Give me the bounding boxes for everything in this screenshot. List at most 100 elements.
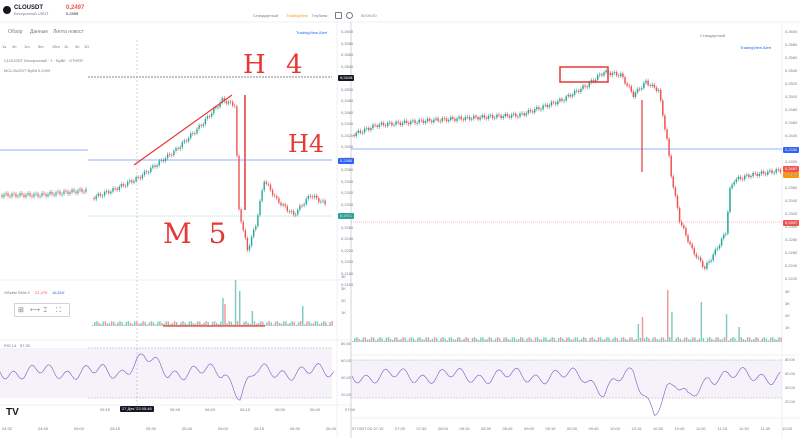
price-tick: 0,2400 bbox=[785, 159, 798, 164]
right-volume-bar bbox=[436, 337, 438, 342]
right-volume-bar bbox=[669, 337, 671, 342]
right-candle bbox=[573, 90, 576, 95]
left-mini-candle bbox=[75, 191, 77, 194]
left-candle bbox=[127, 181, 129, 186]
left-candle bbox=[259, 200, 261, 216]
right-volume-bar bbox=[625, 338, 627, 342]
right-candle bbox=[704, 266, 706, 269]
crosshair-icon[interactable]: ⊞ bbox=[18, 307, 24, 314]
left-mini-candle bbox=[21, 193, 23, 195]
annotation-h4-mid: H4 bbox=[288, 130, 325, 158]
right-volume-bar bbox=[704, 340, 707, 342]
right-candle bbox=[414, 120, 416, 124]
measure-icon[interactable]: ⌶ bbox=[43, 307, 47, 314]
left-volume-bar bbox=[314, 321, 317, 326]
right-volume-bar bbox=[511, 337, 514, 342]
price-tick: 0,2600 bbox=[785, 29, 798, 34]
right-volume-bar bbox=[465, 337, 467, 342]
right-volume-bar bbox=[505, 337, 507, 342]
right-candle bbox=[416, 122, 418, 124]
line-tool-icon[interactable]: ⟷ bbox=[30, 307, 40, 314]
volume-tick: 4K bbox=[785, 289, 790, 294]
left-candle bbox=[269, 184, 272, 190]
right-volume-bar bbox=[421, 339, 423, 342]
right-volume-bar bbox=[694, 337, 696, 342]
right-candle bbox=[491, 115, 494, 119]
right-candle bbox=[382, 122, 385, 126]
price-tick: 0,2340 bbox=[785, 198, 798, 203]
left-candle bbox=[301, 205, 303, 207]
time-tick: 10:15 bbox=[631, 426, 642, 431]
left-candle bbox=[313, 195, 316, 198]
right-candle bbox=[475, 115, 477, 118]
right-volume-bar bbox=[362, 337, 364, 342]
time-tick: 08:45 bbox=[502, 426, 513, 431]
price-tick: 0,2540 bbox=[341, 63, 354, 69]
left-volume-bar bbox=[274, 321, 277, 326]
left-mini-candle bbox=[19, 193, 21, 196]
right-candle bbox=[399, 122, 402, 126]
left-volume-bar bbox=[253, 321, 256, 326]
right-volume-bar bbox=[461, 340, 463, 342]
right-candle bbox=[722, 234, 725, 239]
left-mini-candle bbox=[49, 191, 51, 195]
right-candle bbox=[531, 111, 534, 113]
right-volume-bar bbox=[723, 337, 726, 342]
left-volume-bar bbox=[92, 325, 94, 326]
left-volume-bar bbox=[190, 321, 193, 326]
charts-canvas[interactable] bbox=[0, 0, 800, 438]
price-tick: 0,2560 bbox=[341, 52, 354, 57]
right-volume-bar bbox=[740, 337, 742, 342]
right-candle bbox=[548, 105, 551, 107]
left-mini-candle bbox=[67, 191, 69, 194]
price-tick: 0,2240 bbox=[785, 263, 798, 268]
left-volume-bar bbox=[320, 322, 323, 326]
left-candle bbox=[261, 190, 263, 201]
right-candle bbox=[550, 101, 553, 106]
left-candle bbox=[257, 215, 259, 227]
right-volume-bar bbox=[753, 339, 755, 342]
right-volume-bar bbox=[660, 337, 663, 342]
left-candle bbox=[234, 105, 236, 107]
right-candle bbox=[536, 107, 538, 110]
left-volume-bar bbox=[262, 321, 264, 326]
left-volume-bar bbox=[270, 322, 272, 326]
left-candle bbox=[320, 201, 322, 203]
price-tick: 0,2260 bbox=[341, 224, 354, 230]
right-candle bbox=[370, 128, 372, 131]
left-candle bbox=[227, 101, 230, 104]
price-tick: 0,2440 bbox=[785, 133, 798, 138]
price-tick: 0,2460 bbox=[341, 109, 354, 115]
right-candle bbox=[533, 109, 536, 113]
right-volume-bar bbox=[721, 339, 724, 342]
right-candle bbox=[540, 109, 542, 110]
right-candle bbox=[670, 155, 672, 177]
left-candle bbox=[112, 188, 114, 192]
right-candle bbox=[512, 113, 515, 115]
left-volume-bar bbox=[224, 304, 226, 326]
left-candle bbox=[120, 184, 123, 187]
right-candle bbox=[731, 184, 733, 189]
right-candle bbox=[384, 125, 387, 127]
right-candle bbox=[397, 121, 399, 123]
left-candle bbox=[250, 236, 253, 246]
right-candle bbox=[424, 121, 427, 123]
right-volume-bar bbox=[431, 338, 434, 342]
left-volume-bar bbox=[228, 321, 230, 326]
left-volume-bar bbox=[140, 323, 142, 326]
left-mini-candle bbox=[77, 190, 79, 194]
left-candle bbox=[284, 204, 286, 207]
right-candle bbox=[691, 244, 693, 249]
right-volume-bar bbox=[412, 338, 415, 342]
fullscreen-icon[interactable]: ⛶ bbox=[56, 307, 61, 314]
right-volume-bar bbox=[524, 340, 526, 342]
left-volume-bar bbox=[176, 321, 178, 326]
time-tick: 11:45 bbox=[760, 426, 771, 431]
left-candle bbox=[101, 195, 104, 197]
right-candle bbox=[632, 91, 635, 97]
left-mini-candle bbox=[79, 189, 81, 191]
time-tick: 07:00 bbox=[352, 426, 363, 431]
right-volume-bar bbox=[410, 337, 413, 342]
right-volume-bar bbox=[446, 340, 448, 342]
right-candle bbox=[718, 245, 721, 249]
